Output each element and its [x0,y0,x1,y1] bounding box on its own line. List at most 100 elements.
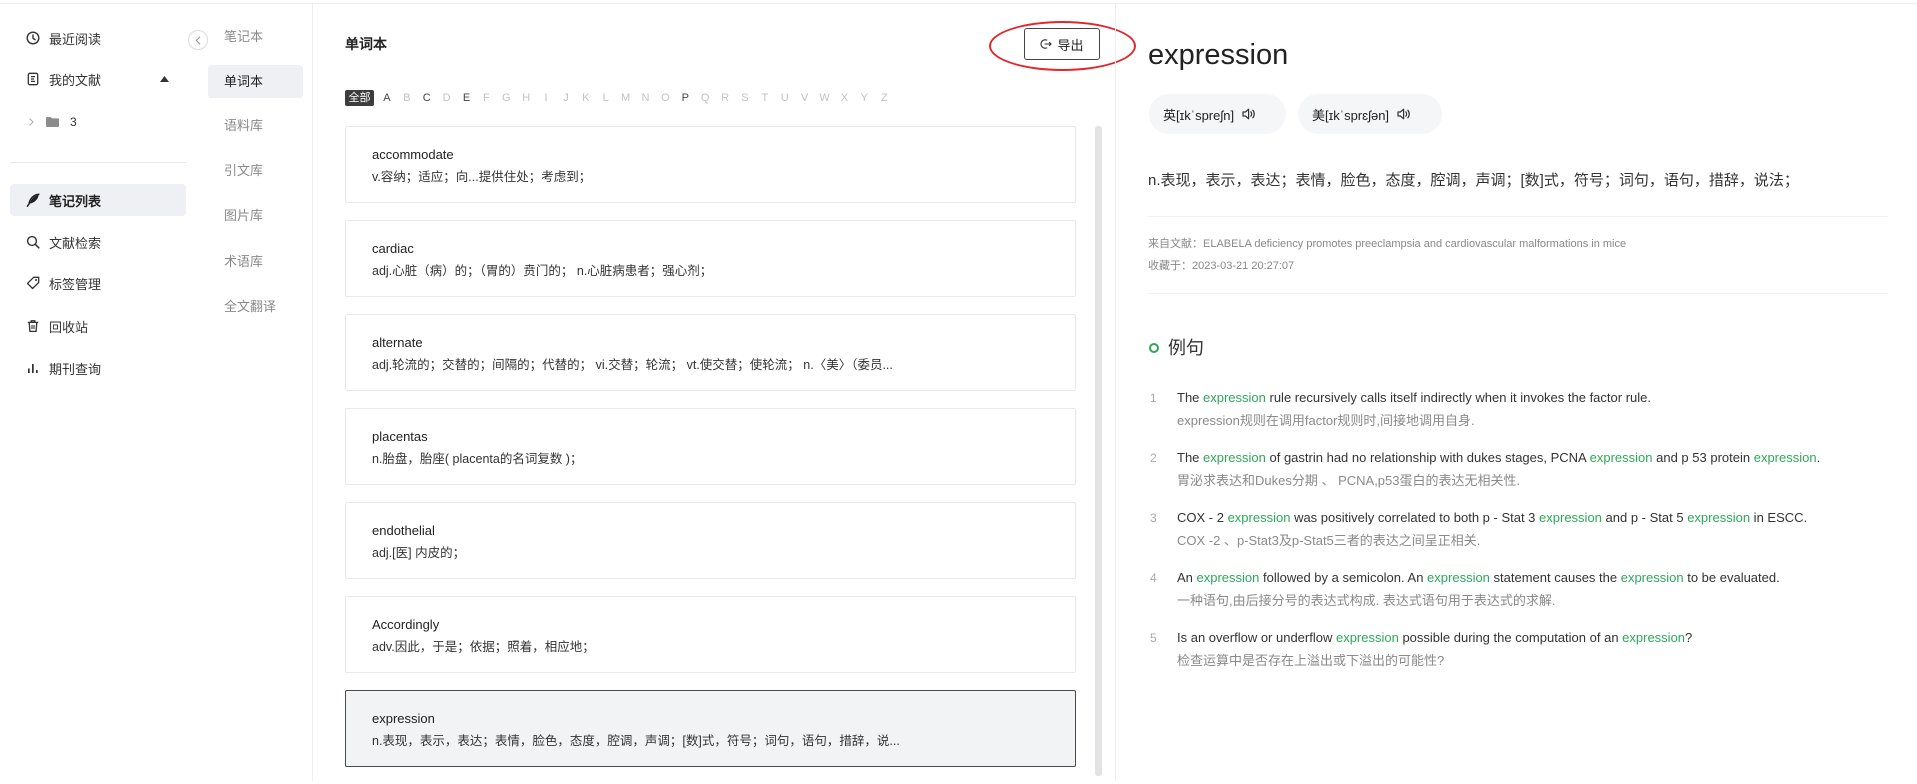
filter-letter-w[interactable]: W [815,90,835,106]
filter-letter-h[interactable]: H [516,90,536,106]
word-card[interactable]: cardiac adj.心脏（病）的；（胃的）贲门的； n.心脏病患者；强心剂； [345,220,1076,297]
filter-letter-k[interactable]: K [576,90,596,106]
filter-letter-n[interactable]: N [636,90,656,106]
word-card[interactable]: alternate adj.轮流的；交替的；间隔的；代替的； vi.交替；轮流； … [345,314,1076,391]
word-card[interactable]: placentas n.胎盘，胎座( placenta的名词复数 )； [345,408,1076,485]
word-text: placentas [372,429,428,444]
filter-letter-m[interactable]: M [616,90,636,106]
clock-icon [26,31,40,45]
word-card[interactable]: endothelial adj.[医] 内皮的； [345,502,1076,579]
export-button[interactable]: 导出 [1024,28,1100,60]
caret-up-icon[interactable] [160,76,169,82]
filter-letter-r[interactable]: R [715,90,735,106]
filter-letter-g[interactable]: G [496,90,516,106]
chevron-right-icon[interactable] [29,118,34,126]
filter-letter-z[interactable]: Z [874,90,894,106]
sentence-text: Is an overflow or underflow [1177,630,1336,645]
subnav-item-terminology[interactable]: 术语库 [208,246,303,278]
word-card[interactable]: accommodate v.容纳；适应；向...提供住处；考虑到； [345,126,1076,203]
word-text: endothelial [372,523,435,538]
example-translation: 一种语句,由后接分号的表达式构成. 表达式语句用于表达式的求解. [1177,593,1556,608]
subnav-item-citations[interactable]: 引文库 [208,155,303,187]
letter-filter: ABCDEFGHIJKLMNOPQRSTUVWXYZ [377,90,894,106]
sidebar-item-journal-query[interactable]: 期刊查询 [10,352,186,384]
pronunciation-uk[interactable]: 英[ɪkˈspreʃn] [1149,94,1286,134]
keyword-highlight: expression [1620,570,1684,585]
saved-label: 收藏于： [1148,260,1192,272]
subnav-item-corpus[interactable]: 语料库 [208,110,303,142]
example-translation: COX -2 、p-Stat3及p-Stat5三者的表达之间呈正相关. [1177,533,1481,548]
filter-letter-f[interactable]: F [476,90,496,106]
sidebar-item-literature-search[interactable]: 文献检索 [10,226,186,258]
example-translation: 检查运算中是否存在上溢出或下溢出的可能性? [1177,653,1445,668]
sentence-text: to be evaluated. [1683,570,1780,585]
filter-letter-b[interactable]: B [397,90,417,106]
filter-all[interactable]: 全部 [345,90,374,106]
word-list: accommodate v.容纳；适应；向...提供住处；考虑到； cardiac a… [345,126,1076,784]
example-number: 4 [1150,571,1157,585]
sentence-text: The [1177,450,1204,465]
search-icon [26,235,40,249]
sidebar-item-my-library[interactable]: 我的文献 [10,63,186,95]
filter-letter-d[interactable]: D [437,90,457,106]
detail-word: expression [1148,39,1289,71]
example-number: 5 [1150,631,1157,645]
filter-letter-x[interactable]: X [834,90,854,106]
filter-letter-o[interactable]: O [655,90,675,106]
sentence-text: possible during the computation of an [1398,630,1623,645]
example-number: 2 [1150,451,1157,465]
sentence-text: An [1177,570,1197,585]
filter-letter-t[interactable]: T [755,90,775,106]
detail-definition: n.表现，表示，表达；表情，脸色，态度，腔调，声调；[数]式，符号；词句，语句，… [1148,172,1799,189]
filter-letter-y[interactable]: Y [854,90,874,106]
filter-letter-v[interactable]: V [795,90,815,106]
word-definition: adj.心脏（病）的；（胃的）贲门的； n.心脏病患者；强心剂； [372,264,713,278]
sidebar-item-recent[interactable]: 最近阅读 [10,22,186,54]
top-border [0,3,1917,4]
word-card[interactable]: Accordingly adv.因此，于是；依据；照着，相应地； [345,596,1076,673]
sentence-text: ? [1685,630,1693,645]
example-translation: 胃泌求表达和Dukes分期 、 PCNA,p53蛋白的表达无相关性. [1177,473,1521,488]
filter-letter-p[interactable]: P [675,90,695,106]
feather-pen-icon [26,193,40,207]
filter-letter-l[interactable]: L [596,90,616,106]
page-title: 单词本 [345,36,387,52]
sidebar-item-recycle-bin[interactable]: 回收站 [10,310,186,342]
word-definition: adj.[医] 内皮的； [372,546,466,560]
source-title[interactable]: ELABELA deficiency promotes preeclampsia… [1203,238,1626,250]
word-card[interactable]: expression n.表现，表示，表达；表情，脸色，态度，腔调，声调；[数]式… [345,690,1076,767]
keyword-highlight: expression [1589,450,1653,465]
filter-letter-j[interactable]: J [556,90,576,106]
example-english: COX - 2 expression was positively correl… [1177,507,1890,529]
subnav-item-wordbook[interactable]: 单词本 [208,65,303,98]
speaker-icon[interactable] [1242,108,1256,120]
sentence-text: and p - Stat 5 [1601,510,1688,525]
subnav-item-notebook[interactable]: 笔记本 [208,21,303,53]
example-english: Is an overflow or underflow expression p… [1177,627,1890,649]
pronunciation-us[interactable]: 美[ɪkˈsprɛʃən] [1298,94,1442,134]
library-folder-item[interactable]: 3 [10,106,186,138]
filter-letter-c[interactable]: C [417,90,437,106]
sidebar-collapse-button[interactable] [188,30,208,50]
filter-letter-i[interactable]: I [536,90,556,106]
subnav-item-images[interactable]: 图片库 [208,200,303,232]
chevron-left-icon [195,35,201,45]
example-number: 3 [1150,511,1157,525]
filter-letter-q[interactable]: Q [695,90,715,106]
filter-letter-a[interactable]: A [377,90,397,106]
sentence-text: followed by a semicolon. An [1259,570,1428,585]
word-list-scrollbar[interactable] [1095,126,1102,776]
speaker-icon[interactable] [1397,108,1411,120]
keyword-highlight: expression [1753,450,1817,465]
sidebar-item-notes-list[interactable]: 笔记列表 [10,184,186,216]
sentence-text: was positively correlated to both p - St… [1290,510,1540,525]
filter-letter-u[interactable]: U [775,90,795,106]
filter-letter-s[interactable]: S [735,90,755,106]
keyword-highlight: expression [1227,510,1291,525]
sidebar-item-tag-management[interactable]: 标签管理 [10,267,186,299]
keyword-highlight: expression [1335,630,1399,645]
subnav-item-full-translation[interactable]: 全文翻译 [208,291,303,323]
example-number: 1 [1150,391,1157,405]
filter-letter-e[interactable]: E [457,90,477,106]
sentence-text: of gastrin had no relationship with duke… [1265,450,1590,465]
